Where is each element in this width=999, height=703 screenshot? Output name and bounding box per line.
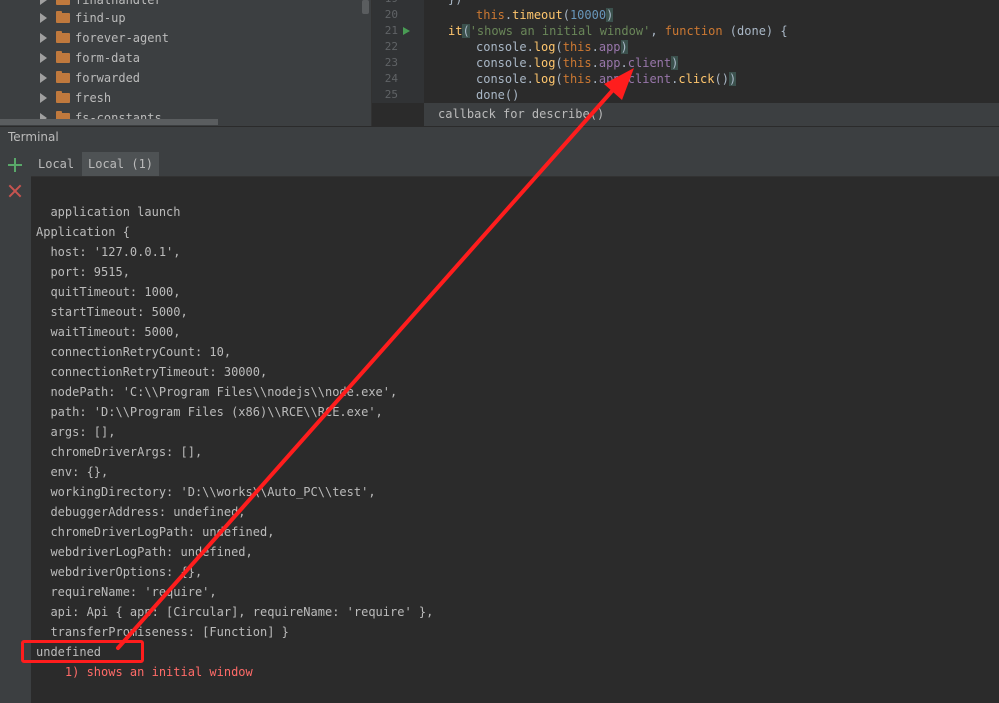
output-line: transferPromiseness: [Function] } bbox=[36, 625, 289, 639]
output-line: connectionRetryTimeout: 30000, bbox=[36, 365, 268, 379]
expand-arrow-icon[interactable] bbox=[40, 53, 47, 63]
run-test-icon[interactable] bbox=[403, 27, 410, 35]
line-number: 23 bbox=[384, 56, 398, 69]
new-session-plus-icon[interactable] bbox=[8, 158, 22, 172]
terminal-tabs: Local Local (1) bbox=[31, 150, 999, 177]
tab-local-1[interactable]: Local (1) bbox=[82, 152, 160, 176]
code-line: }) bbox=[448, 0, 462, 7]
code-line: it('shows an initial window', function (… bbox=[448, 24, 788, 38]
expand-arrow-icon[interactable] bbox=[40, 93, 47, 103]
output-line: debuggerAddress: undefined, bbox=[36, 505, 246, 519]
output-line: webdriverLogPath: undefined, bbox=[36, 545, 253, 559]
breadcrumb-hint: callback for describe() bbox=[424, 103, 999, 126]
output-line: host: '127.0.0.1', bbox=[36, 245, 181, 259]
line-number: 20 bbox=[384, 8, 398, 21]
terminal-title: Terminal bbox=[8, 130, 59, 144]
folder-icon bbox=[56, 71, 70, 83]
output-line: connectionRetryCount: 10, bbox=[36, 345, 232, 359]
output-line: env: {}, bbox=[36, 465, 109, 479]
terminal-output[interactable]: application launch Application { host: '… bbox=[31, 177, 999, 703]
expand-arrow-icon[interactable] bbox=[40, 0, 47, 5]
tree-vertical-scrollbar[interactable] bbox=[362, 0, 369, 14]
output-line: chromeDriverLogPath: undefined, bbox=[36, 525, 275, 539]
code-line: done() bbox=[476, 88, 520, 102]
code-line: console.log(this.app.client.click()) bbox=[476, 72, 737, 86]
output-line: startTimeout: 5000, bbox=[36, 305, 188, 319]
expand-arrow-icon[interactable] bbox=[40, 33, 47, 43]
output-line: webdriverOptions: {}, bbox=[36, 565, 203, 579]
output-undefined-line: undefined bbox=[36, 645, 102, 659]
code-line: console.log(this.app) bbox=[476, 40, 628, 54]
code-editor[interactable]: 19 20 21 22 23 24 25 }) this.timeout(100… bbox=[371, 0, 999, 126]
output-line: requireName: 'require', bbox=[36, 585, 217, 599]
tab-local[interactable]: Local bbox=[32, 152, 80, 176]
line-number: 21 bbox=[372, 23, 424, 39]
line-number: 25 bbox=[384, 88, 398, 101]
output-line: chromeDriverArgs: [], bbox=[36, 445, 203, 459]
tree-horizontal-scrollbar[interactable] bbox=[0, 119, 218, 125]
output-line: args: [], bbox=[36, 425, 116, 439]
output-line: path: 'D:\\Program Files (x86)\\RCE\\RCE… bbox=[36, 405, 383, 419]
expand-arrow-icon[interactable] bbox=[40, 13, 47, 23]
code-line: console.log(this.app.client) bbox=[476, 56, 679, 70]
editor-gutter: 19 20 21 22 23 24 25 bbox=[372, 0, 424, 103]
line-number: 24 bbox=[384, 72, 398, 85]
code-line: this.timeout(10000) bbox=[476, 8, 614, 22]
folder-icon bbox=[56, 31, 70, 43]
output-line: quitTimeout: 1000, bbox=[36, 285, 181, 299]
output-line: waitTimeout: 5000, bbox=[36, 325, 181, 339]
close-session-icon[interactable] bbox=[8, 184, 22, 198]
output-line: api: Api { app: [Circular], requireName:… bbox=[36, 605, 434, 619]
terminal-toolbar bbox=[0, 150, 32, 703]
folder-icon bbox=[56, 0, 70, 5]
folder-icon bbox=[56, 11, 70, 23]
output-line: application launch bbox=[36, 205, 181, 219]
line-number: 22 bbox=[384, 40, 398, 53]
expand-arrow-icon[interactable] bbox=[40, 73, 47, 83]
terminal-header: Terminal bbox=[0, 126, 999, 151]
output-line: workingDirectory: 'D:\\works\\Auto_PC\\t… bbox=[36, 485, 376, 499]
folder-icon bbox=[56, 91, 70, 103]
output-line: port: 9515, bbox=[36, 265, 130, 279]
folder-icon bbox=[56, 51, 70, 63]
output-line: nodePath: 'C:\\Program Files\\nodejs\\no… bbox=[36, 385, 398, 399]
test-failure-line: 1) shows an initial window bbox=[36, 665, 253, 679]
project-tree: finalhandler find-up forever-agent form-… bbox=[0, 0, 371, 126]
line-number: 19 bbox=[372, 0, 424, 7]
output-line: Application { bbox=[36, 225, 130, 239]
